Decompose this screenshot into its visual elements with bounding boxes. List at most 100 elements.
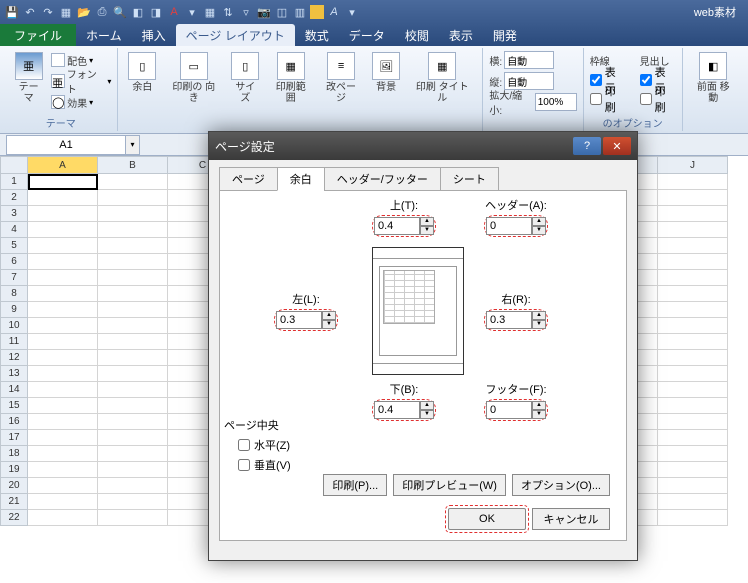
print-preview-button[interactable]: 印刷プレビュー(W) bbox=[393, 474, 506, 496]
cell[interactable] bbox=[98, 302, 168, 318]
cell[interactable] bbox=[28, 286, 98, 302]
margin-bottom-input[interactable] bbox=[374, 401, 420, 419]
cell[interactable] bbox=[28, 398, 98, 414]
cell[interactable] bbox=[98, 238, 168, 254]
cell[interactable] bbox=[98, 462, 168, 478]
cell[interactable] bbox=[28, 238, 98, 254]
cell[interactable] bbox=[28, 206, 98, 222]
cell[interactable] bbox=[28, 318, 98, 334]
cell[interactable] bbox=[98, 350, 168, 366]
cell[interactable] bbox=[98, 334, 168, 350]
cell[interactable] bbox=[98, 494, 168, 510]
tab-home[interactable]: ホーム bbox=[76, 24, 132, 46]
ok-button[interactable]: OK bbox=[448, 508, 526, 530]
column-header[interactable]: A bbox=[28, 156, 98, 174]
qat-generic-icon[interactable]: ▥ bbox=[292, 4, 308, 20]
tab-insert[interactable]: 挿入 bbox=[132, 24, 176, 46]
cell[interactable] bbox=[28, 462, 98, 478]
cell[interactable] bbox=[658, 478, 728, 494]
name-box[interactable]: A1 bbox=[6, 135, 126, 155]
theme-fonts-button[interactable]: 亜フォント▾ bbox=[51, 71, 111, 91]
cell[interactable] bbox=[658, 510, 728, 526]
row-header[interactable]: 14 bbox=[0, 382, 28, 398]
cell[interactable] bbox=[28, 366, 98, 382]
qat-preview-icon[interactable]: 🔍 bbox=[112, 4, 128, 20]
row-header[interactable]: 17 bbox=[0, 430, 28, 446]
row-header[interactable]: 6 bbox=[0, 254, 28, 270]
cell[interactable] bbox=[658, 382, 728, 398]
cell[interactable] bbox=[98, 478, 168, 494]
row-header[interactable]: 15 bbox=[0, 398, 28, 414]
qat-print-icon[interactable]: ⎙ bbox=[94, 4, 110, 20]
cell[interactable] bbox=[658, 206, 728, 222]
cell[interactable] bbox=[658, 366, 728, 382]
qat-generic-icon[interactable] bbox=[310, 5, 324, 19]
cell[interactable] bbox=[28, 350, 98, 366]
print-titles-button[interactable]: ▦印刷 タイトル bbox=[408, 50, 476, 106]
cell[interactable] bbox=[658, 286, 728, 302]
cell[interactable] bbox=[28, 414, 98, 430]
qat-dropdown-icon[interactable]: ▾ bbox=[344, 4, 360, 20]
row-header[interactable]: 2 bbox=[0, 190, 28, 206]
cell[interactable] bbox=[28, 190, 98, 206]
cell[interactable] bbox=[28, 270, 98, 286]
tab-formulas[interactable]: 数式 bbox=[295, 24, 339, 46]
qat-font-color-icon[interactable]: A bbox=[166, 4, 182, 20]
spinner-icon[interactable]: ▲▼ bbox=[322, 311, 336, 329]
cell[interactable] bbox=[98, 446, 168, 462]
margins-button[interactable]: ▯余白 bbox=[124, 50, 160, 95]
cell[interactable] bbox=[28, 334, 98, 350]
cell[interactable] bbox=[658, 494, 728, 510]
qat-redo-icon[interactable]: ↷ bbox=[40, 4, 56, 20]
cell[interactable] bbox=[98, 270, 168, 286]
row-header[interactable]: 1 bbox=[0, 174, 28, 190]
cell[interactable] bbox=[28, 174, 98, 190]
row-header[interactable]: 8 bbox=[0, 286, 28, 302]
row-header[interactable]: 5 bbox=[0, 238, 28, 254]
tab-view[interactable]: 表示 bbox=[439, 24, 483, 46]
qat-border-icon[interactable]: ▦ bbox=[202, 4, 218, 20]
breaks-button[interactable]: ≡改ページ bbox=[318, 50, 364, 106]
qat-camera-icon[interactable]: 📷 bbox=[256, 4, 272, 20]
row-header[interactable]: 12 bbox=[0, 350, 28, 366]
cell[interactable] bbox=[28, 430, 98, 446]
cancel-button[interactable]: キャンセル bbox=[532, 508, 610, 530]
cell[interactable] bbox=[98, 366, 168, 382]
cell[interactable] bbox=[658, 222, 728, 238]
cell[interactable] bbox=[98, 174, 168, 190]
row-header[interactable]: 7 bbox=[0, 270, 28, 286]
row-header[interactable]: 21 bbox=[0, 494, 28, 510]
cell[interactable] bbox=[28, 510, 98, 526]
qat-generic-icon[interactable]: ◧ bbox=[130, 4, 146, 20]
row-header[interactable]: 20 bbox=[0, 478, 28, 494]
dialog-titlebar[interactable]: ページ設定 ? ✕ bbox=[209, 132, 637, 160]
cell[interactable] bbox=[28, 302, 98, 318]
themes-button[interactable]: 亜 テーマ bbox=[10, 50, 47, 106]
cell[interactable] bbox=[28, 446, 98, 462]
margin-header-input[interactable] bbox=[486, 217, 532, 235]
cell[interactable] bbox=[658, 270, 728, 286]
cell[interactable] bbox=[658, 174, 728, 190]
qat-open-icon[interactable]: 📂 bbox=[76, 4, 92, 20]
qat-new-icon[interactable]: ▦ bbox=[58, 4, 74, 20]
cell[interactable] bbox=[98, 398, 168, 414]
row-header[interactable]: 3 bbox=[0, 206, 28, 222]
cell[interactable] bbox=[658, 462, 728, 478]
margin-right-input[interactable] bbox=[486, 311, 532, 329]
dialog-tab-margins[interactable]: 余白 bbox=[277, 167, 325, 191]
cell[interactable] bbox=[28, 222, 98, 238]
center-vertical-checkbox[interactable]: 垂直(V) bbox=[238, 457, 291, 473]
cell[interactable] bbox=[658, 430, 728, 446]
cell[interactable] bbox=[658, 334, 728, 350]
gridlines-print-checkbox[interactable]: 印刷 bbox=[590, 90, 626, 108]
background-button[interactable]: 🖼背景 bbox=[368, 50, 404, 95]
tab-review[interactable]: 校閲 bbox=[395, 24, 439, 46]
cell[interactable] bbox=[658, 318, 728, 334]
theme-effects-button[interactable]: ◯効果▾ bbox=[51, 92, 111, 112]
spinner-icon[interactable]: ▲▼ bbox=[532, 217, 546, 235]
cell[interactable] bbox=[28, 382, 98, 398]
row-header[interactable]: 10 bbox=[0, 318, 28, 334]
scale-input[interactable] bbox=[535, 93, 577, 111]
cell[interactable] bbox=[28, 478, 98, 494]
cell[interactable] bbox=[98, 430, 168, 446]
